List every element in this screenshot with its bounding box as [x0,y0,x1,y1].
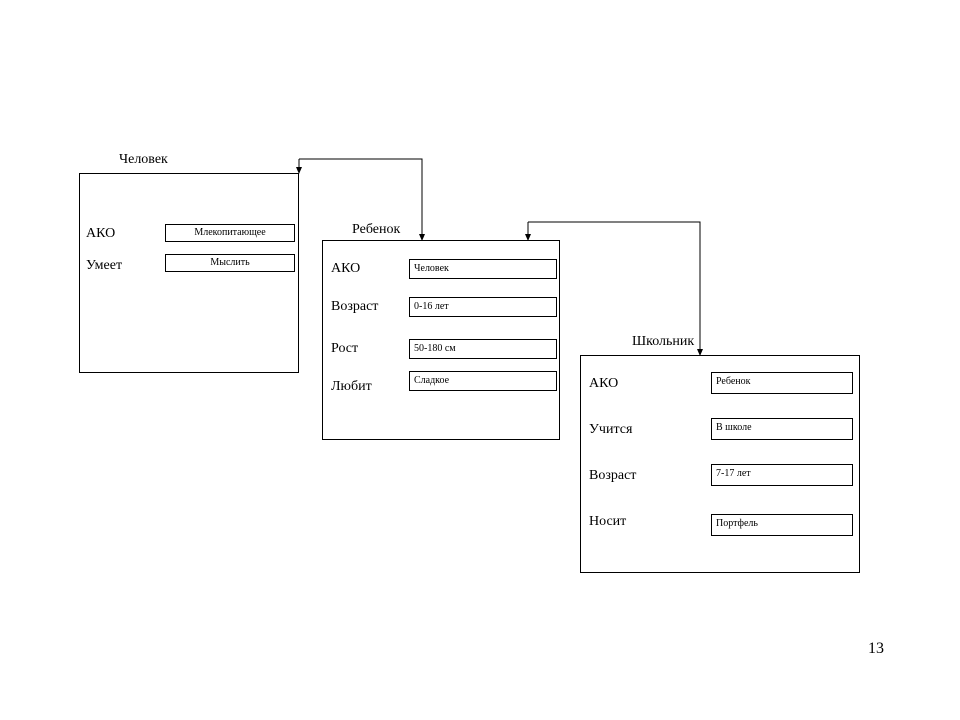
frame-human-row1-label: Умеет [86,258,122,274]
frame-pupil-row3-label: Носит [589,514,626,530]
frame-human-row1-value: Мыслить [165,254,295,272]
frame-human: АКО Млекопитающее Умеет Мыслить [79,173,299,373]
frame-human-title: Человек [119,152,168,168]
frame-child-row3-label: Любит [331,379,372,395]
diagram-stage: Человек АКО Млекопитающее Умеет Мыслить … [0,0,960,720]
frame-pupil: АКО Ребенок Учится В школе Возраст 7-17 … [580,355,860,573]
frame-child-row0-label: АКО [331,261,360,277]
frame-pupil-title: Школьник [632,334,694,350]
frame-pupil-row0-value: Ребенок [711,372,853,394]
frame-child-row0-value: Человек [409,259,557,279]
frame-child-row1-label: Возраст [331,299,378,315]
frame-human-row0-label: АКО [86,226,115,242]
frame-human-row0-value: Млекопитающее [165,224,295,242]
frame-child-title: Ребенок [352,222,400,238]
frame-pupil-row1-label: Учится [589,422,632,438]
frame-pupil-row2-value: 7-17 лет [711,464,853,486]
frame-child-row1-value: 0-16 лет [409,297,557,317]
page-number: 13 [868,640,884,658]
frame-pupil-row2-label: Возраст [589,468,636,484]
frame-child-row2-value: 50-180 см [409,339,557,359]
frame-pupil-row0-label: АКО [589,376,618,392]
frame-child: АКО Человек Возраст 0-16 лет Рост 50-180… [322,240,560,440]
frame-pupil-row1-value: В школе [711,418,853,440]
frame-pupil-row3-value: Портфель [711,514,853,536]
frame-child-row3-value: Сладкое [409,371,557,391]
frame-child-row2-label: Рост [331,341,358,357]
